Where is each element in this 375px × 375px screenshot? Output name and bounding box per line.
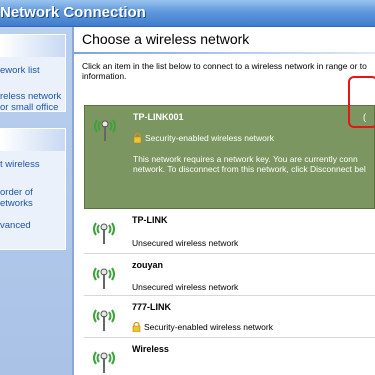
wireless-antenna-icon bbox=[93, 309, 115, 331]
main-panel: Choose a wireless network Click an item … bbox=[74, 27, 375, 375]
network-security-status: Unsecured wireless network bbox=[132, 238, 239, 248]
network-description-line-1: This network requires a network key. You… bbox=[133, 154, 358, 164]
wireless-network-list[interactable]: TP-LINK001 Security-enabled wireless net… bbox=[84, 105, 375, 375]
network-security-status: Security-enabled wireless network bbox=[145, 133, 274, 143]
network-security-status: Security-enabled wireless network bbox=[144, 322, 273, 332]
task-change-order[interactable]: order of bbox=[0, 187, 33, 198]
task-set-up-wireless-network-line2[interactable]: or small office bbox=[0, 102, 58, 113]
task-refresh-network-list[interactable]: ework list bbox=[0, 65, 40, 76]
network-item-tp-link[interactable]: TP-LINK Unsecured wireless network bbox=[84, 209, 375, 254]
network-security-status: Unsecured wireless network bbox=[132, 282, 239, 292]
network-item-zouyan[interactable]: zouyan Unsecured wireless network bbox=[84, 254, 375, 296]
page-title: Choose a wireless network bbox=[82, 31, 250, 47]
related-tasks-group: ks t wireless order of etworks vanced bbox=[0, 128, 66, 250]
wireless-antenna-icon bbox=[93, 267, 115, 289]
network-tasks-header[interactable]: ks bbox=[0, 35, 65, 57]
lock-icon bbox=[132, 322, 141, 332]
window-title: Network Connection bbox=[0, 4, 146, 21]
task-sidebar: ks ework list reless network or small of… bbox=[0, 27, 72, 375]
network-name: 777-LINK bbox=[132, 302, 172, 312]
highlight-box bbox=[348, 76, 375, 128]
wireless-antenna-icon bbox=[94, 119, 116, 141]
network-description: This network requires a network key. You… bbox=[133, 154, 375, 174]
related-tasks-header[interactable]: ks bbox=[0, 129, 65, 151]
wireless-antenna-icon bbox=[93, 222, 115, 244]
task-change-order-line2[interactable]: etworks bbox=[0, 198, 33, 209]
network-name: TP-LINK001 bbox=[133, 112, 184, 122]
network-item-tp-link001[interactable]: TP-LINK001 Security-enabled wireless net… bbox=[84, 105, 375, 209]
network-name: Wireless bbox=[132, 344, 169, 354]
network-tasks-group: ks ework list reless network or small of… bbox=[0, 34, 66, 113]
instructions-line-2: information. bbox=[82, 71, 127, 81]
lock-icon bbox=[133, 133, 142, 143]
network-name: TP-LINK bbox=[132, 215, 168, 225]
network-description-line-2: network. To disconnect from this network… bbox=[133, 164, 366, 174]
task-change-advanced-settings[interactable]: vanced bbox=[0, 220, 31, 231]
task-set-up-wireless-network[interactable]: reless network bbox=[0, 91, 61, 102]
instructions-line-1: Click an item in the list below to conne… bbox=[82, 61, 367, 71]
heading-divider bbox=[74, 52, 375, 54]
network-item-777-link[interactable]: 777-LINK Security-enabled wireless netwo… bbox=[84, 296, 375, 338]
task-learn-wireless[interactable]: t wireless bbox=[0, 159, 40, 170]
network-name: zouyan bbox=[132, 260, 164, 270]
instructions-text: Click an item in the list below to conne… bbox=[82, 61, 375, 81]
wireless-antenna-icon bbox=[93, 351, 115, 373]
title-bar: Network Connection bbox=[0, 0, 375, 27]
network-item-wireless[interactable]: Wireless bbox=[84, 338, 375, 375]
